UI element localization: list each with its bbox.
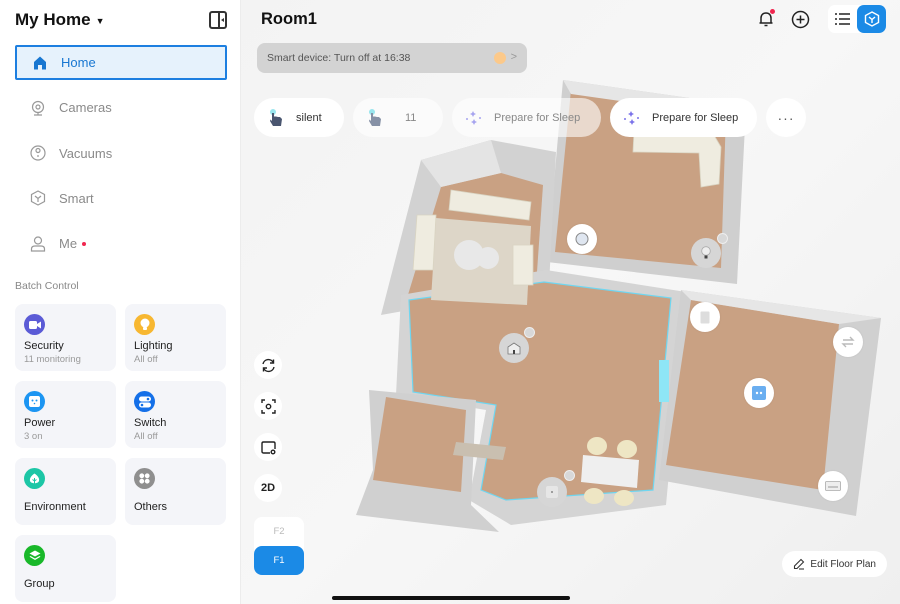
tap-hand-icon — [365, 108, 385, 128]
edit-floor-plan-label: Edit Floor Plan — [810, 558, 876, 570]
vacuum-icon — [29, 144, 47, 162]
sidebar-item-label: Cameras — [59, 100, 112, 116]
main-panel: Room1 Smart device: Turn off at 16:38 > — [241, 0, 900, 604]
sparkle-icon — [622, 108, 642, 128]
curtain-device-marker[interactable] — [833, 327, 863, 357]
sidebar-item-me[interactable]: Me — [15, 226, 227, 261]
2d-view-button[interactable]: 2D — [254, 474, 282, 502]
tile-status: All off — [134, 354, 158, 365]
tile-name: Others — [134, 501, 168, 513]
sidebar-item-label: Home — [61, 55, 96, 70]
sidebar-item-label: Vacuums — [59, 145, 113, 161]
rotate-button[interactable] — [254, 351, 282, 379]
person-icon — [29, 235, 47, 253]
pencil-icon — [794, 558, 805, 570]
sparkle-icon — [464, 108, 484, 128]
device-settings-icon — [260, 440, 276, 454]
link-icon — [524, 327, 535, 338]
camera-icon — [29, 99, 47, 117]
scene-silent[interactable]: silent — [254, 98, 344, 137]
ac-device-marker[interactable] — [818, 471, 848, 501]
focus-button[interactable] — [254, 392, 282, 420]
tile-others[interactable]: Others — [125, 458, 226, 525]
scene-label: silent — [296, 111, 322, 124]
scene-label: Prepare for Sleep — [652, 111, 739, 124]
home-selector[interactable]: My Home ▼ — [15, 10, 105, 30]
cube-icon — [29, 189, 47, 207]
floor-plan[interactable] — [241, 0, 900, 604]
home-indicator — [332, 596, 570, 600]
leaf-icon — [24, 468, 45, 489]
tile-lighting[interactable]: Lighting All off — [125, 304, 226, 371]
scene-11[interactable]: 11 — [353, 98, 443, 137]
sidebar-item-smart[interactable]: Smart — [15, 181, 227, 216]
socket-device-marker[interactable] — [744, 378, 774, 408]
bulb-device-marker[interactable] — [691, 238, 721, 268]
sidebar-item-label: Smart — [59, 190, 94, 206]
focus-icon — [260, 398, 276, 414]
tile-status: 11 monitoring — [24, 354, 81, 365]
sidebar-nav: Home Cameras Vacuums Smart Me — [15, 45, 227, 271]
link-icon — [564, 470, 575, 481]
device-settings-button[interactable] — [254, 433, 282, 461]
tile-name: Lighting — [134, 340, 173, 352]
scene-label: Prepare for Sleep — [494, 111, 581, 124]
home-icon — [31, 54, 49, 72]
vacuum-device-marker[interactable] — [567, 224, 597, 254]
floor-switcher: F2 F1 — [254, 517, 304, 575]
tile-status: All off — [134, 431, 158, 442]
tile-status: 3 on — [24, 431, 43, 442]
scene-bar: silent 11 Prepare for Sleep Prepare for … — [254, 98, 806, 137]
scene-prepare-for-sleep-1[interactable]: Prepare for Sleep — [452, 98, 601, 137]
tile-security[interactable]: Security 11 monitoring — [15, 304, 116, 371]
video-camera-icon — [24, 314, 45, 335]
scene-prepare-for-sleep-2[interactable]: Prepare for Sleep — [610, 98, 757, 137]
tile-power[interactable]: Power 3 on — [15, 381, 116, 448]
batch-control-heading: Batch Control — [15, 280, 79, 292]
rotate-icon — [261, 358, 275, 372]
outlet-device-marker[interactable] — [537, 477, 567, 507]
hub-device-marker[interactable] — [499, 333, 529, 363]
floor-f2[interactable]: F2 — [254, 517, 304, 546]
grid-icon — [134, 468, 155, 489]
caret-down-icon: ▼ — [95, 15, 105, 26]
sidebar-item-cameras[interactable]: Cameras — [15, 90, 227, 125]
floor-f1[interactable]: F1 — [254, 546, 304, 575]
tile-name: Environment — [24, 501, 86, 513]
switch-icon — [134, 391, 155, 412]
floor-plan-walls — [356, 80, 881, 532]
tile-group[interactable]: Group — [15, 535, 116, 602]
sidebar: My Home ▼ Home Cameras Vacuums Smart Me … — [0, 0, 241, 604]
scene-label: 11 — [405, 111, 417, 124]
door-sensor-marker[interactable] — [690, 302, 720, 332]
home-title: My Home — [15, 10, 91, 29]
tile-switch[interactable]: Switch All off — [125, 381, 226, 448]
layers-icon — [24, 545, 45, 566]
tile-name: Power — [24, 417, 56, 429]
edit-floor-plan-button[interactable]: Edit Floor Plan — [782, 551, 887, 577]
socket-icon — [24, 391, 45, 412]
sidebar-item-vacuums[interactable]: Vacuums — [15, 136, 227, 171]
tile-environment[interactable]: Environment — [15, 458, 116, 525]
batch-control-grid: Security 11 monitoring Lighting All off … — [15, 304, 227, 602]
notification-dot — [82, 241, 87, 246]
map-tools: 2D — [254, 351, 282, 502]
tap-hand-icon — [266, 108, 286, 128]
link-icon — [717, 233, 728, 244]
tile-name: Switch — [134, 417, 167, 429]
collapse-sidebar-icon[interactable] — [209, 11, 227, 29]
bulb-icon — [134, 314, 155, 335]
tile-name: Group — [24, 578, 55, 590]
tile-name: Security — [24, 340, 64, 352]
sidebar-item-label: Me — [59, 236, 78, 252]
sidebar-item-home[interactable]: Home — [15, 45, 227, 80]
more-scenes-button[interactable]: ··· — [766, 98, 806, 137]
